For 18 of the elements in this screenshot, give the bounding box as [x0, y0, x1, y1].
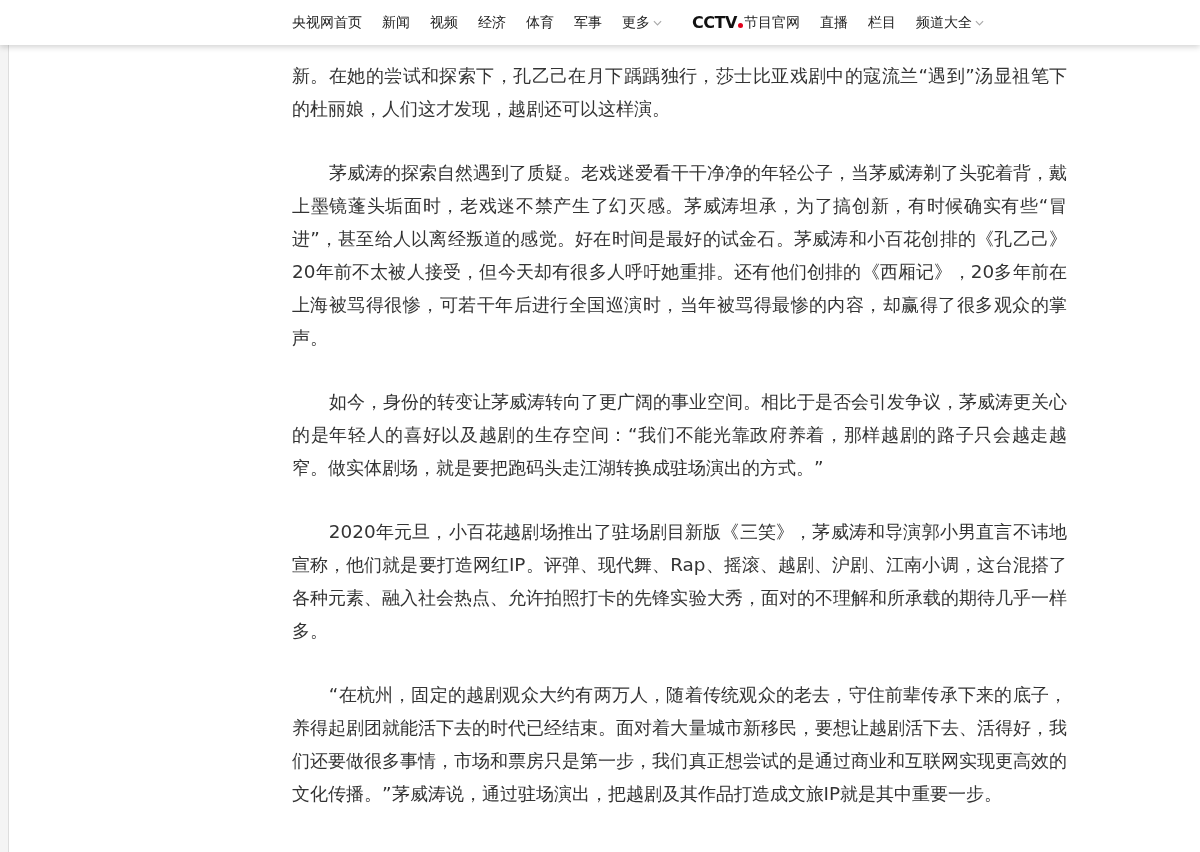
nav-link[interactable]: 经济	[478, 13, 506, 32]
nav-link[interactable]: 军事	[574, 13, 602, 32]
article-paragraph: “在杭州，固定的越剧观众大约有两万人，随着传统观众的老去，守住前辈传承下来的底子，养得起剧团就能活下去的时代已经结束。面对着大量城市新移民，要想让越剧活下去、活得好，我们还要做很多事情，市场和票房只是第一步，我们真正想尝试的是通过商业和互联网实现更高效的文化传播。”茅威涛说，通过驻场演出，把越剧及其作品打造成文旅IP就是其中重要一步。	[292, 683, 1067, 806]
article-paragraph: 茅威涛的探索自然遇到了质疑。老戏迷爱看干干净净的年轻公子，当茅威涛剃了头驼着背，戴上墨镜蓬头垢面时，老戏迷不禁产生了幻灭感。茅威涛坦承，为了搞创新，有时候确实有些“冒进”，甚至给人以离经叛道的感觉。好在时间是最好的试金石。茅威涛和小百花创排的《孔乙己》20年前不太被人接受，但今天却有很多人呼吁她重排。还有他们创排的《西厢记》，20多年前在上海被骂得很惨，可若干年后进行全国巡演时，当年被骂得最惨的内容，却赢得了很多观众的掌声。	[292, 161, 1067, 350]
caret-icon	[653, 19, 662, 26]
nav-link[interactable]: 央视网首页	[292, 13, 362, 32]
article-paragraph: 新。在她的尝试和探索下，孔乙己在月下踽踽独行，莎士比亚戏剧中的寇流兰“遇到”汤显祖笔下的杜丽娘，人们这才发现，越剧还可以这样演。	[292, 64, 1067, 121]
nav-dropdown[interactable]: 频道大全	[915, 13, 984, 32]
nav-link[interactable]: 视频	[430, 13, 458, 32]
article-paragraph: 如今，身份的转变让茅威涛转向了更广阔的事业空间。相比于是否会引发争议，茅威涛更关心的是年轻人的喜好以及越剧的生存空间：“我们不能光靠政府养着，那样越剧的路子只会越走越窄。做实体剧场，就是要把跑码头走江湖转换成驻场演出的方式。”	[292, 390, 1067, 480]
article-paragraph: 2020年元旦，小百花越剧场推出了驻场剧目新版《三笑》，茅威涛和导演郭小男直言不讳地宣称，他们就是要打造网红IP。评弹、现代舞、Rap、摇滚、越剧、沪剧、江南小调，这台混搭了各种元素、融入社会热点、允许拍照打卡的先锋实验大秀，面对的不理解和所承载的期待几乎一样多。	[292, 520, 1067, 643]
nav-dropdown[interactable]: 更多	[622, 13, 662, 32]
nav-link[interactable]: 体育	[526, 13, 554, 32]
nav-link[interactable]: 直播	[819, 13, 848, 32]
nav-link[interactable]: 栏目	[867, 13, 896, 32]
program-site-logo-link[interactable]: CCTV 节目官网	[692, 13, 800, 32]
nav-link[interactable]: 新闻	[382, 13, 410, 32]
caret-icon	[974, 19, 984, 26]
